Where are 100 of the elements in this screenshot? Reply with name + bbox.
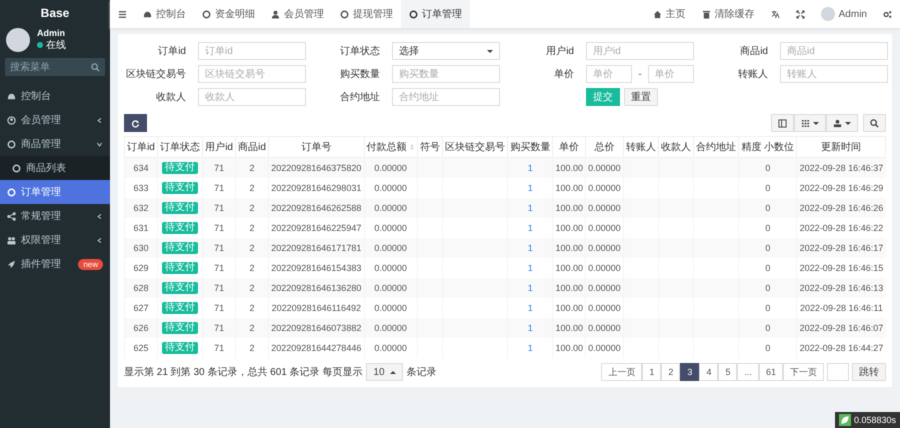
menu-item[interactable]: 插件管理 new	[0, 252, 110, 276]
tab[interactable]: 会员管理	[263, 0, 332, 28]
tab[interactable]: 控制台	[135, 0, 194, 28]
circle-icon	[409, 10, 418, 18]
submenu-item[interactable]: 商品列表	[0, 156, 110, 180]
select-field[interactable]: 选择	[392, 42, 500, 60]
field-label: 商品id	[739, 44, 768, 58]
table-cell: 0.00000	[586, 238, 624, 258]
quantity-link[interactable]: 1	[508, 198, 553, 218]
table-cell: 2	[236, 238, 269, 258]
circle-icon	[7, 188, 16, 196]
table-cell: 71	[202, 318, 236, 338]
page-button[interactable]: 3	[680, 363, 700, 381]
view-dropdown[interactable]	[794, 114, 826, 132]
top-link[interactable]: 主页	[644, 0, 694, 28]
menu-item[interactable]: 常规管理	[0, 204, 110, 228]
menu-icon	[118, 10, 127, 18]
page-size-dropdown[interactable]: 10	[366, 363, 403, 381]
table-cell: 634	[124, 158, 158, 178]
table-cell: 71	[202, 338, 236, 358]
user-circle-icon	[7, 116, 16, 124]
input-field[interactable]: 区块链交易号	[198, 65, 306, 83]
page-button[interactable]: 下一页	[783, 363, 824, 381]
page-button[interactable]: 61	[758, 363, 783, 381]
table-cell: 2022-09-28 16:46:17	[796, 238, 886, 258]
table-cell: 202209281646262588	[268, 198, 364, 218]
export-dropdown[interactable]	[826, 114, 858, 132]
page-button[interactable]: 1	[642, 363, 662, 381]
quantity-link[interactable]: 1	[508, 158, 553, 178]
page-button[interactable]: 5	[718, 363, 738, 381]
page-input[interactable]	[827, 363, 849, 381]
input-field[interactable]: 转账人	[780, 65, 888, 83]
input-field[interactable]: 购买数量	[392, 65, 500, 83]
top-link[interactable]: 清除缓存	[694, 0, 763, 28]
reset-button[interactable]: 重置	[624, 88, 658, 106]
input-field[interactable]: 单价	[586, 65, 632, 83]
menu-item[interactable]: 权限管理	[0, 228, 110, 252]
page-button[interactable]: 2	[661, 363, 680, 381]
avatar	[820, 7, 835, 21]
status-badge: 待支付	[162, 222, 198, 234]
table-cell: 2	[236, 158, 269, 178]
input-field[interactable]: 商品id	[780, 42, 888, 60]
expand-icon	[796, 10, 805, 18]
field-label: 收款人	[155, 91, 186, 104]
menu-item[interactable]: 会员管理	[0, 108, 110, 132]
columns-button[interactable]	[771, 114, 794, 132]
status-dot-icon	[37, 42, 43, 48]
table-cell: 202209281646375820	[268, 158, 364, 178]
menu-item[interactable]: 商品管理	[0, 132, 110, 156]
page-button[interactable]: ...	[737, 363, 759, 381]
table-cell: 0.00000	[364, 278, 418, 298]
table-cell: 71	[202, 278, 236, 298]
input-field[interactable]: 用户id	[586, 42, 694, 60]
caret-icon	[390, 370, 396, 374]
quantity-link[interactable]: 1	[508, 238, 553, 258]
table-cell: 71	[202, 238, 236, 258]
menu-item[interactable]: 订单管理	[0, 180, 110, 204]
trace-badge[interactable]: 0.058830s	[834, 412, 900, 428]
status-badge: 待支付	[162, 322, 198, 334]
caret-icon	[487, 50, 493, 52]
status-badge: 待支付	[162, 182, 198, 194]
table-cell: 100.00	[552, 338, 586, 358]
table-cell: 0	[738, 158, 797, 178]
table-cell: 628	[124, 278, 158, 298]
quantity-link[interactable]: 1	[508, 278, 553, 298]
column-header: 更新时间	[796, 136, 886, 158]
user-name: Admin	[37, 28, 66, 38]
quantity-link[interactable]: 1	[508, 338, 553, 358]
input-field[interactable]: 单价	[648, 65, 694, 83]
search-button[interactable]	[863, 114, 886, 132]
table-cell: 0	[738, 198, 797, 218]
share-icon	[7, 212, 16, 220]
refresh-button[interactable]	[124, 114, 147, 132]
column-header[interactable]: 付款总额	[364, 136, 418, 158]
new-badge: new	[78, 258, 103, 270]
status-badge: 待支付	[162, 242, 198, 254]
field-label: 转账人	[737, 68, 768, 81]
table-cell: 0	[738, 338, 797, 358]
refresh-icon	[131, 118, 140, 128]
input-field[interactable]: 订单id	[198, 42, 306, 60]
jump-button[interactable]: 跳转	[852, 363, 886, 381]
page-button[interactable]: 上一页	[601, 363, 642, 381]
translate-icon	[770, 10, 780, 18]
table-cell: 632	[124, 198, 158, 218]
input-field[interactable]: 合约地址	[392, 88, 500, 106]
page-button[interactable]: 4	[699, 363, 718, 381]
quantity-link[interactable]: 1	[508, 318, 553, 338]
menu-item[interactable]: 控制台	[0, 84, 110, 108]
input-field[interactable]: 收款人	[198, 88, 306, 106]
table-cell: 2	[236, 198, 269, 218]
table-cell: 2022-09-28 16:46:26	[796, 198, 886, 218]
table-cell: 0.00000	[586, 338, 624, 358]
user-menu[interactable]: Admin	[812, 0, 875, 28]
table-cell: 625	[124, 338, 158, 358]
tab[interactable]: 提现管理	[332, 0, 401, 28]
menu-search-field[interactable]: 搜索菜单	[5, 58, 105, 76]
table-cell: 0.00000	[586, 158, 624, 178]
tab[interactable]: 资金明细	[194, 0, 263, 28]
tab[interactable]: 订单管理	[401, 0, 470, 28]
circle-icon	[12, 164, 21, 172]
